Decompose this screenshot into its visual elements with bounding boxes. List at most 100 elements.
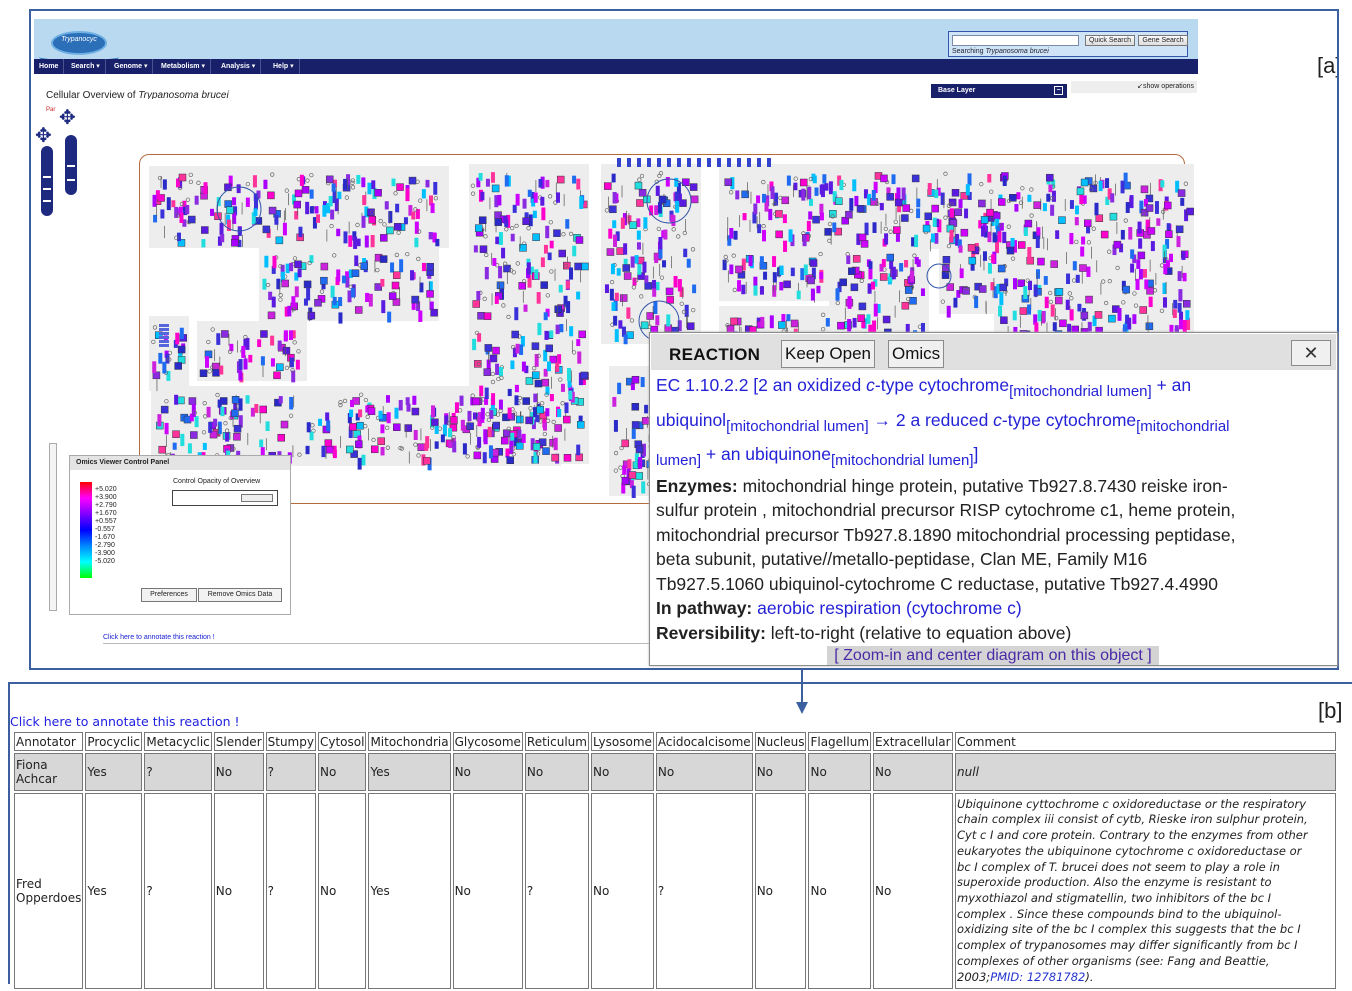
enzyme-node bbox=[248, 354, 253, 363]
reaction-equation-line3[interactable]: lumen] + an ubiquinone[mitochondrial lum… bbox=[656, 442, 1336, 474]
enzyme-node bbox=[581, 262, 589, 271]
enzyme-node bbox=[380, 234, 388, 242]
enzyme-node bbox=[992, 211, 1001, 220]
quick-search-button[interactable]: Quick Search bbox=[1085, 35, 1135, 46]
enzyme-node bbox=[610, 263, 615, 275]
pan-arrows-icon[interactable]: ✥ bbox=[59, 105, 76, 130]
enzyme-node bbox=[845, 210, 853, 219]
opacity-slider[interactable] bbox=[172, 490, 278, 506]
enzyme-node bbox=[260, 356, 265, 366]
reaction-equation-line1[interactable]: EC 1.10.2.2 [2 an oxidized c-type cytoch… bbox=[656, 373, 1336, 405]
enzyme-node bbox=[788, 229, 793, 242]
comment-line: complex . Since these compounds bind to … bbox=[957, 906, 1282, 921]
enzyme-node bbox=[1128, 226, 1133, 240]
gene-search-button[interactable]: Gene Search bbox=[1138, 35, 1188, 46]
enzyme-node bbox=[541, 378, 550, 387]
zoom-slider[interactable] bbox=[41, 146, 53, 216]
enzyme-node bbox=[775, 230, 783, 239]
enzyme-node bbox=[231, 238, 239, 247]
enzyme-node bbox=[927, 183, 932, 196]
enzyme-node bbox=[390, 262, 395, 273]
omics-button[interactable]: Omics bbox=[888, 340, 945, 368]
nav-search[interactable]: Search ▾ bbox=[66, 59, 106, 74]
enzyme-node bbox=[538, 178, 543, 188]
enzyme-node bbox=[306, 287, 311, 301]
enzyme-node bbox=[783, 280, 791, 289]
base-layer-bar[interactable]: Base Layer − bbox=[931, 84, 1067, 98]
omics-side-tab[interactable] bbox=[49, 443, 57, 611]
enzyme-node bbox=[1069, 200, 1074, 209]
nav-genome[interactable]: Genome ▾ bbox=[109, 59, 154, 74]
enzyme-node bbox=[532, 233, 540, 241]
enzyme-node bbox=[1050, 260, 1058, 268]
enzyme-node bbox=[522, 198, 527, 209]
enzyme-node bbox=[930, 233, 935, 243]
enzyme-node bbox=[362, 195, 367, 206]
comment-cell: Ubiquinone cyttochrome c oxidoreductase … bbox=[955, 793, 1337, 989]
column-header: Stumpy bbox=[265, 732, 316, 751]
column-header: Acidocalcisome bbox=[655, 732, 753, 751]
show-operations-link[interactable]: ↙show operations bbox=[1071, 81, 1197, 93]
collapse-icon[interactable]: − bbox=[1054, 86, 1063, 95]
table-cell: No bbox=[452, 793, 523, 989]
pan-arrows-icon[interactable]: ✥ bbox=[35, 123, 52, 148]
enzyme-node bbox=[558, 284, 563, 293]
annotate-reaction-link[interactable]: Click here to annotate this reaction ! bbox=[10, 714, 240, 729]
enzyme-node bbox=[1132, 314, 1137, 324]
enzyme-node bbox=[916, 198, 921, 208]
enzyme-node bbox=[872, 222, 877, 233]
remove-omics-button[interactable]: Remove Omics Data bbox=[198, 588, 282, 602]
enzyme-node bbox=[644, 282, 652, 290]
enzyme-node bbox=[371, 180, 376, 190]
table-cell: ? bbox=[144, 753, 212, 791]
enzyme-node bbox=[901, 214, 909, 222]
enzyme-node bbox=[572, 175, 577, 184]
enzyme-node bbox=[489, 354, 498, 363]
enzyme-node bbox=[546, 361, 551, 372]
enzyme-node bbox=[857, 314, 865, 322]
keep-open-button[interactable]: Keep Open bbox=[781, 340, 876, 368]
scale-tick: +3.900 bbox=[95, 494, 117, 501]
enzyme-node bbox=[692, 284, 697, 294]
compartment-subscript: [mitochondrial lumen] bbox=[1009, 383, 1152, 400]
enzyme-node bbox=[1120, 229, 1125, 240]
nav-metabolism[interactable]: Metabolism ▾ bbox=[156, 59, 211, 74]
close-icon[interactable]: ✕ bbox=[1291, 340, 1331, 366]
pmid-link[interactable]: PMID: 12781782 bbox=[990, 970, 1085, 984]
enzyme-node bbox=[428, 232, 433, 240]
enzyme-node bbox=[325, 412, 330, 421]
enzyme-node bbox=[549, 240, 554, 249]
eq-italic-c: c bbox=[866, 375, 875, 395]
enzyme-node bbox=[351, 269, 360, 277]
zoom-slider[interactable] bbox=[65, 135, 77, 195]
pathway-line: In pathway: aerobic respiration (cytochr… bbox=[656, 596, 1336, 621]
table-cell: No bbox=[655, 753, 753, 791]
enzyme-node bbox=[158, 445, 166, 454]
enzyme-node bbox=[622, 465, 627, 475]
enzyme-node bbox=[367, 407, 376, 415]
enzyme-node bbox=[886, 253, 894, 262]
enzyme-node bbox=[332, 296, 337, 306]
enzyme-node bbox=[374, 189, 382, 197]
enzyme-node bbox=[473, 245, 478, 253]
enzyme-node bbox=[444, 415, 449, 425]
nav-help[interactable]: Help ▾ bbox=[268, 59, 300, 74]
enzyme-node bbox=[162, 361, 167, 374]
enzyme-node bbox=[309, 189, 314, 199]
pathway-link[interactable]: aerobic respiration (cytochrome c) bbox=[752, 598, 1022, 618]
nav-home[interactable]: Home bbox=[34, 59, 65, 74]
preferences-button[interactable]: Preferences bbox=[141, 588, 197, 602]
enzyme-node bbox=[733, 230, 738, 240]
reaction-equation-line2[interactable]: ubiquinol[mitochondrial lumen] → 2 a red… bbox=[656, 408, 1336, 440]
enzyme-node bbox=[1127, 317, 1132, 330]
enzyme-node bbox=[756, 195, 761, 204]
zoom-center-link[interactable]: [ Zoom-in and center diagram on this obj… bbox=[827, 646, 1159, 665]
enzyme-node bbox=[630, 256, 635, 268]
enzyme-node bbox=[612, 220, 617, 229]
search-input[interactable] bbox=[952, 35, 1079, 46]
nav-analysis[interactable]: Analysis ▾ bbox=[216, 59, 262, 74]
annotate-reaction-link-small[interactable]: Click here to annotate this reaction ! bbox=[103, 634, 215, 641]
annotation-table: Annotator Procyclic Metacyclic Slender S… bbox=[12, 730, 1338, 991]
enzyme-node bbox=[421, 262, 426, 272]
opacity-slider-thumb[interactable] bbox=[241, 494, 273, 502]
